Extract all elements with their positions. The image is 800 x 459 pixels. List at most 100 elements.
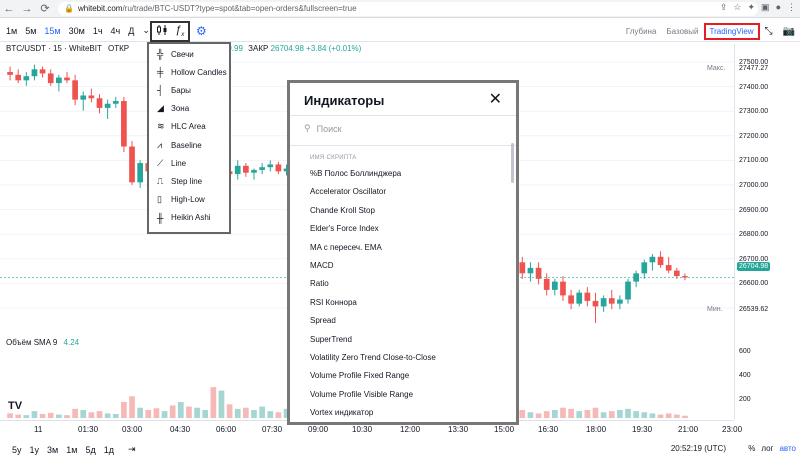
volume-bar bbox=[96, 411, 103, 418]
volume-bar bbox=[267, 411, 274, 418]
indicator-item[interactable]: Spread bbox=[310, 312, 510, 330]
utc-clock[interactable]: 20:52:19 (UTC) bbox=[671, 444, 726, 453]
log-toggle[interactable]: лог bbox=[761, 444, 773, 453]
interval-15m[interactable]: 15м bbox=[40, 26, 64, 36]
indicator-item[interactable]: SuperTrend bbox=[310, 331, 510, 349]
menu-item-hlc-area[interactable]: ≋ HLC Area bbox=[149, 118, 229, 136]
indicator-item[interactable]: RSI Коннора bbox=[310, 294, 510, 312]
interval-4h[interactable]: 4ч bbox=[107, 26, 125, 36]
menu-item-step-line[interactable]: ⎍ Step line bbox=[149, 172, 229, 190]
goto-date-icon[interactable]: ⇥ bbox=[124, 444, 140, 455]
gear-icon[interactable]: ⚙ bbox=[196, 24, 207, 38]
menu-item-area[interactable]: ◢ Зона bbox=[149, 100, 229, 118]
tab-tradingview[interactable]: TradingView bbox=[703, 22, 760, 40]
share-icon[interactable]: ⇪ bbox=[720, 2, 728, 13]
auto-toggle[interactable]: авто bbox=[779, 444, 796, 453]
last-price-tag: 26704.98 bbox=[737, 262, 771, 271]
indicator-item[interactable]: %B Полос Боллинджера bbox=[310, 165, 510, 183]
profile-icon[interactable]: ● bbox=[776, 2, 781, 13]
menu-label: HLC Area bbox=[171, 122, 206, 132]
address-bar[interactable]: 🔒 whitebit.com /ru/trade/BTC-USDT?type=s… bbox=[58, 1, 758, 16]
volume-bar bbox=[47, 412, 54, 418]
vol-axis-label-400: 400 bbox=[739, 372, 751, 379]
volume-bar bbox=[673, 414, 680, 418]
indicator-item[interactable]: Chande Kroll Stop bbox=[310, 202, 510, 220]
interval-5m[interactable]: 5м bbox=[21, 26, 40, 36]
volume-bar bbox=[617, 410, 623, 418]
candle-body bbox=[129, 146, 135, 183]
interval-d[interactable]: Д bbox=[124, 26, 138, 36]
indicator-item[interactable]: Volume Profile Visible Range bbox=[310, 386, 510, 404]
indicator-item[interactable]: Ratio bbox=[310, 275, 510, 293]
range-5d[interactable]: 5д bbox=[81, 445, 99, 455]
indicator-item[interactable]: MA с пересеч. EMA bbox=[310, 239, 510, 257]
price-axis[interactable]: 27500.00 27400.00 27300.00 27200.00 27100.00… bbox=[707, 44, 800, 419]
interval-1h[interactable]: 1ч bbox=[89, 26, 107, 36]
range-3m[interactable]: 3м bbox=[43, 445, 62, 455]
volume-bar bbox=[535, 413, 542, 418]
range-1m[interactable]: 1м bbox=[62, 445, 81, 455]
indicators-fx-icon[interactable]: ƒx bbox=[175, 24, 184, 38]
menu-item-high-low[interactable]: ▯ High-Low bbox=[149, 191, 229, 209]
tradingview-logo[interactable]: TV bbox=[8, 400, 22, 412]
indicator-item[interactable]: Volatility Zero Trend Close-to-Close bbox=[310, 349, 510, 367]
menu-item-heikin-ashi[interactable]: ╫ Heikin Ashi bbox=[149, 209, 229, 227]
tab-basic[interactable]: Базовый bbox=[661, 27, 703, 36]
url-path: /ru/trade/BTC-USDT?type=spot&tab=open-or… bbox=[122, 4, 357, 13]
menu-item-baseline[interactable]: ⩘ Baseline bbox=[149, 136, 229, 154]
menu-icon[interactable]: ⋮ bbox=[787, 2, 796, 13]
indicator-item[interactable]: Elder's Force Index bbox=[310, 220, 510, 238]
candle-body bbox=[72, 80, 78, 100]
volume-bar bbox=[600, 412, 607, 418]
menu-item-candles[interactable]: ╬ Свечи bbox=[149, 45, 229, 63]
price-axis-label: 27300.00 bbox=[739, 108, 769, 116]
extensions-icon[interactable]: ✦ bbox=[748, 2, 756, 13]
range-1y[interactable]: 1у bbox=[26, 445, 44, 455]
indicator-item[interactable]: Accelerator Oscillator bbox=[310, 183, 510, 201]
volume-bar bbox=[153, 408, 160, 418]
back-icon[interactable]: ← bbox=[0, 3, 18, 15]
scrollbar-thumb[interactable] bbox=[511, 143, 514, 183]
range-1d[interactable]: 1д bbox=[100, 445, 118, 455]
menu-item-bars[interactable]: ┤ Бары bbox=[149, 81, 229, 99]
volume-bar bbox=[88, 412, 95, 418]
volume-bar bbox=[584, 410, 591, 418]
range-5y[interactable]: 5у bbox=[8, 445, 26, 455]
low-label: Мин. bbox=[707, 306, 723, 313]
menu-item-line[interactable]: ⟋ Line bbox=[149, 154, 229, 172]
candle-body bbox=[15, 74, 22, 81]
lock-icon: 🔒 bbox=[64, 4, 74, 13]
indicator-item[interactable]: Vortex индикатор bbox=[310, 404, 510, 422]
volume-bar bbox=[169, 405, 176, 418]
candle-body bbox=[88, 95, 95, 99]
volume-bar bbox=[121, 402, 127, 418]
indicator-item[interactable]: MACD bbox=[310, 257, 510, 275]
reload-icon[interactable]: ⟳ bbox=[36, 2, 54, 15]
volume-bar bbox=[64, 415, 70, 418]
candle-body bbox=[519, 262, 526, 274]
interval-1m[interactable]: 1м bbox=[2, 26, 21, 36]
interval-30m[interactable]: 30м bbox=[65, 26, 89, 36]
volume-bar bbox=[592, 407, 599, 418]
time-axis-label: 12:00 bbox=[400, 425, 421, 434]
volume-bar bbox=[80, 410, 87, 418]
indicator-item[interactable]: Volume Profile Fixed Range bbox=[310, 367, 510, 385]
star-icon[interactable]: ☆ bbox=[733, 2, 741, 13]
forward-icon[interactable]: → bbox=[18, 3, 36, 15]
close-icon[interactable]: ✕ bbox=[489, 89, 502, 109]
camera-icon[interactable]: 📷 bbox=[778, 26, 800, 37]
sidebar-icon[interactable]: ▣ bbox=[761, 2, 770, 13]
volume-bar bbox=[226, 404, 233, 418]
volume-bar bbox=[608, 411, 615, 418]
candles-type-icon[interactable] bbox=[156, 24, 168, 39]
menu-label: Hollow Candles bbox=[171, 67, 227, 77]
price-axis-label: 26800.00 bbox=[739, 231, 769, 239]
percent-toggle[interactable]: % bbox=[748, 444, 755, 453]
tab-depth[interactable]: Глубина bbox=[621, 27, 662, 36]
menu-item-hollow-candles[interactable]: ╪ Hollow Candles bbox=[149, 63, 229, 81]
candle-body bbox=[543, 278, 550, 290]
collapse-icon[interactable]: ⤡ bbox=[760, 26, 778, 37]
step-line-icon: ⎍ bbox=[157, 175, 164, 186]
candle-body bbox=[31, 69, 38, 77]
search-field[interactable]: ⚲ Поиск bbox=[304, 123, 342, 134]
